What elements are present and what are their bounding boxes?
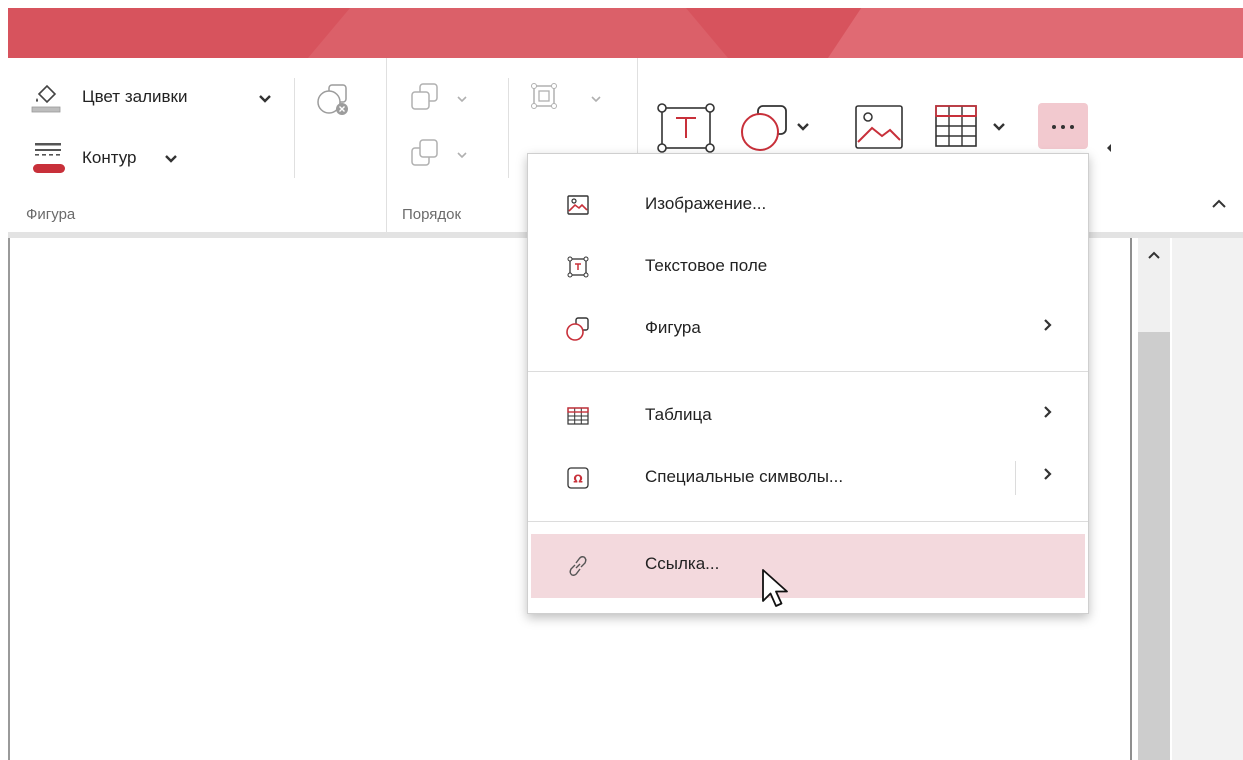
ribbon-separator xyxy=(294,78,295,178)
shape-icon xyxy=(566,317,589,341)
menu-item-table[interactable]: Таблица xyxy=(528,385,1088,447)
table-icon xyxy=(567,407,589,425)
outline-label: Контур xyxy=(82,148,137,167)
caret-left-icon[interactable] xyxy=(1104,142,1114,154)
menu-item-label: Текстовое поле xyxy=(645,256,768,275)
outline-icon xyxy=(33,143,65,173)
align-icon xyxy=(531,83,557,109)
insert-more-menu: Изображение... Текстовое поле Фигура Таб… xyxy=(527,153,1089,614)
align-button[interactable] xyxy=(528,80,610,116)
send-backward-icon xyxy=(411,139,438,166)
menu-item-shape[interactable]: Фигура xyxy=(528,298,1088,360)
group-label-shape: Фигура xyxy=(26,206,76,223)
special-symbols-icon: Ω xyxy=(567,467,589,489)
svg-text:Ω: Ω xyxy=(573,473,583,486)
chevron-down-icon xyxy=(457,152,467,159)
fill-color-button[interactable]: Цвет заливки xyxy=(30,80,280,116)
menu-item-special-symbols[interactable]: Ω Специальные символы... xyxy=(528,447,1088,509)
table-icon xyxy=(935,105,977,147)
bring-forward-button[interactable] xyxy=(408,80,490,116)
chevron-down-icon xyxy=(797,123,809,131)
image-icon[interactable] xyxy=(850,102,908,154)
menu-item-label: Ссылка... xyxy=(645,554,720,573)
more-button[interactable] xyxy=(1038,103,1088,149)
chevron-down-icon xyxy=(165,155,177,163)
menu-separator xyxy=(528,371,1088,372)
menu-separator xyxy=(528,521,1088,522)
chevron-right-icon[interactable] xyxy=(1043,467,1053,481)
chevron-down-icon xyxy=(457,96,467,103)
fill-bucket-icon xyxy=(31,84,61,113)
chevron-right-icon xyxy=(1044,406,1052,418)
chevron-right-icon xyxy=(1044,319,1052,331)
outline-button[interactable]: Контур xyxy=(30,138,230,178)
link-icon xyxy=(569,556,587,576)
menu-item-label: Изображение... xyxy=(645,194,767,213)
more-icon xyxy=(1052,125,1074,129)
menu-item-link[interactable]: Ссылка... xyxy=(531,534,1085,598)
chevron-down-icon xyxy=(993,123,1005,131)
collapse-ribbon-icon[interactable] xyxy=(1211,198,1227,210)
shape-icon xyxy=(741,105,787,151)
menu-item-label: Специальные символы... xyxy=(645,467,844,486)
table-button[interactable] xyxy=(930,100,1010,156)
ribbon-separator xyxy=(508,78,509,178)
chevron-down-icon xyxy=(591,96,601,103)
title-bar xyxy=(8,8,1243,58)
text-box-icon xyxy=(567,256,589,278)
document-border xyxy=(1130,238,1132,760)
shape-button[interactable] xyxy=(736,100,816,156)
chevron-down-icon xyxy=(259,95,271,103)
scrollbar-thumb[interactable] xyxy=(1138,332,1170,760)
split-separator xyxy=(1015,461,1016,495)
menu-item-text-box[interactable]: Текстовое поле xyxy=(528,236,1088,298)
bring-forward-icon xyxy=(411,83,438,110)
menu-item-label: Фигура xyxy=(645,318,701,337)
shape-remove-icon[interactable] xyxy=(315,82,351,118)
mouse-cursor-icon xyxy=(762,569,788,607)
scroll-up-icon[interactable] xyxy=(1147,250,1161,260)
menu-item-label: Таблица xyxy=(645,405,712,424)
image-icon xyxy=(567,195,589,215)
menu-item-image[interactable]: Изображение... xyxy=(528,174,1088,236)
send-backward-button[interactable] xyxy=(408,136,490,172)
text-box-icon[interactable] xyxy=(654,100,718,156)
fill-color-label: Цвет заливки xyxy=(82,87,188,106)
window-frame-left xyxy=(0,0,8,760)
right-panel xyxy=(1172,238,1243,760)
